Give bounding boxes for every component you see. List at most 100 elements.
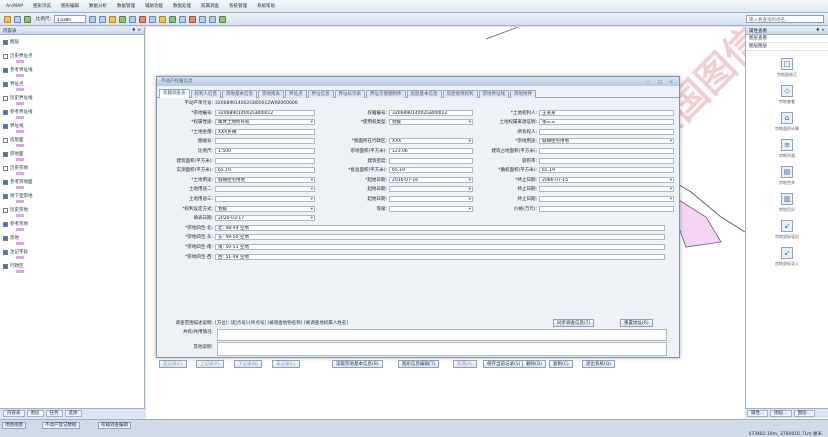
field-input[interactable]: 65.19 bbox=[389, 167, 473, 174]
menu-item-8[interactable]: 系统管理 bbox=[227, 3, 249, 9]
field-select[interactable] bbox=[389, 186, 473, 193]
redo-icon[interactable] bbox=[209, 15, 217, 23]
attribute-tab[interactable]: 图层... bbox=[793, 410, 815, 417]
menu-item-9[interactable]: 系统帮助 bbox=[255, 3, 277, 9]
parcel-tool-button[interactable]: ▥ 宗地切分 bbox=[746, 193, 828, 213]
dialog-tab[interactable]: 房屋基本信息 bbox=[406, 90, 442, 98]
identify-icon[interactable] bbox=[149, 15, 157, 23]
dialog-tab[interactable]: 权籍调查表 bbox=[159, 89, 190, 98]
dialog-tab[interactable]: 界址点 bbox=[285, 90, 307, 98]
dialog-tab[interactable]: 界址标示表 bbox=[334, 90, 365, 98]
dialog-tab[interactable]: 界址示意图附件 bbox=[366, 90, 406, 98]
save-icon[interactable] bbox=[14, 15, 21, 23]
parcel-tool-button[interactable]: ↙ 宗地坐标导入 bbox=[746, 247, 828, 267]
zoom-in-icon[interactable] bbox=[89, 15, 97, 23]
toc-pin-close-icon[interactable]: ♦ × bbox=[132, 28, 141, 33]
other-notes-textarea[interactable] bbox=[217, 342, 667, 356]
menu-item-7[interactable]: 权属调查 bbox=[199, 3, 221, 9]
layer-checkbox[interactable] bbox=[3, 221, 8, 227]
parcel-tool-button[interactable]: ▤ 宗地合并 bbox=[746, 166, 828, 186]
layer-checkbox[interactable] bbox=[3, 137, 8, 143]
dialog-action-button[interactable]: 退出系统(Q) bbox=[582, 360, 616, 368]
menu-item-5[interactable]: 辅助功能 bbox=[143, 3, 165, 9]
menu-item-0[interactable]: ArcMAP bbox=[4, 4, 25, 9]
field-select[interactable] bbox=[539, 196, 674, 202]
field-input[interactable]: 320689014002GB00012 bbox=[215, 109, 315, 116]
sync-survey-button[interactable]: 同步调查信息(T) bbox=[553, 319, 595, 327]
field-select[interactable]: 划拨 bbox=[389, 119, 473, 126]
field-select[interactable]: 集体土地所有权 bbox=[215, 119, 315, 126]
field-select[interactable] bbox=[389, 205, 473, 212]
snap-icon[interactable] bbox=[179, 15, 187, 23]
toc-tab[interactable]: 任务 bbox=[45, 410, 63, 417]
layer-item[interactable]: 图层 bbox=[0, 35, 144, 49]
layer-checkbox[interactable] bbox=[3, 193, 8, 199]
field-input[interactable] bbox=[539, 128, 674, 135]
search-input[interactable] bbox=[746, 15, 824, 23]
add-data-icon[interactable] bbox=[24, 15, 31, 23]
full-extent-icon[interactable] bbox=[119, 15, 127, 23]
field-input[interactable]: 65.19 bbox=[215, 167, 315, 174]
dialog-tab[interactable]: 宗地基本信息 bbox=[222, 90, 257, 98]
field-input[interactable]: XXX乡镇 bbox=[215, 128, 315, 135]
field-input[interactable]: 65.19 bbox=[539, 167, 674, 174]
dialog-tab[interactable]: 宗地附件 bbox=[510, 90, 536, 98]
dialog-action-button[interactable]: 删除(D) bbox=[522, 360, 546, 368]
parcel-tool-button[interactable]: ↙ 宗地坐标导出 bbox=[746, 220, 828, 240]
dialog-tab[interactable]: 宗地界址线 bbox=[478, 90, 509, 98]
layer-checkbox[interactable] bbox=[3, 263, 8, 269]
layer-checkbox[interactable] bbox=[3, 53, 8, 59]
layer-checkbox[interactable] bbox=[3, 39, 8, 45]
field-input[interactable]: 张三三 bbox=[539, 119, 674, 126]
pan-icon[interactable] bbox=[109, 15, 117, 23]
dialog-action-button[interactable]: 末记录(L) bbox=[272, 360, 300, 368]
layer-checkbox[interactable] bbox=[3, 165, 8, 171]
field-input[interactable] bbox=[389, 157, 473, 164]
field-input[interactable]: 1:500 bbox=[215, 148, 315, 154]
dialog-action-button[interactable]: 保存当前记录(S) bbox=[483, 360, 525, 368]
field-select[interactable] bbox=[389, 196, 473, 202]
dialog-tab[interactable]: 界址信息 bbox=[307, 90, 334, 98]
edit-icon[interactable] bbox=[169, 15, 177, 23]
field-input[interactable]: 西: 51-48 空地 bbox=[215, 253, 665, 260]
layer-checkbox[interactable] bbox=[3, 123, 8, 129]
menu-item-6[interactable]: 数据处理 bbox=[171, 3, 193, 9]
dialog-action-button[interactable]: 下记录(N) bbox=[234, 360, 263, 368]
field-input[interactable]: 320689014002GB00012 bbox=[389, 109, 473, 116]
dialog-action-button[interactable]: 新增(A) bbox=[453, 360, 477, 368]
toc-tab[interactable]: 选择 bbox=[64, 410, 82, 417]
view-tab[interactable]: 权籍调查编辑 bbox=[98, 422, 131, 429]
field-select[interactable] bbox=[539, 186, 674, 193]
field-input[interactable]: 王某某 bbox=[539, 109, 674, 116]
menu-item-1[interactable]: 图形浏览 bbox=[31, 3, 53, 9]
view-tab[interactable]: 地图视图 bbox=[2, 422, 26, 429]
dialog-tab[interactable]: 权利人信息 bbox=[190, 90, 221, 98]
layer-checkbox[interactable] bbox=[3, 95, 8, 101]
menu-item-4[interactable]: 数据管理 bbox=[115, 3, 137, 9]
field-input[interactable] bbox=[215, 157, 315, 164]
clear-selection-icon[interactable] bbox=[139, 15, 147, 23]
dialog-action-button[interactable]: 复制(C) bbox=[549, 360, 573, 368]
select-icon[interactable] bbox=[129, 15, 137, 23]
layer-checkbox[interactable] bbox=[3, 249, 8, 255]
measure-icon[interactable] bbox=[159, 15, 167, 23]
parcel-tool-button[interactable]: ≡ 宗地列表 bbox=[746, 139, 828, 159]
shared-use-textarea[interactable] bbox=[217, 329, 667, 341]
parcel-tool-button[interactable]: ◇ 宗地查看 bbox=[746, 85, 828, 105]
field-select[interactable]: XXX bbox=[389, 138, 473, 145]
field-select[interactable]: 2086-07-15 bbox=[539, 176, 674, 183]
field-input[interactable]: 123.06 bbox=[389, 148, 473, 154]
parcel-tool-button[interactable]: ⌂ 宗地面积计算 bbox=[746, 112, 828, 132]
reset-address-button[interactable]: 重置地址(R) bbox=[620, 319, 653, 327]
menu-item-3[interactable]: 数据分析 bbox=[87, 3, 109, 9]
attribute-row[interactable]: 图层图层 bbox=[746, 43, 828, 51]
attribute-panel-pin-icon[interactable]: ♦ × bbox=[816, 28, 825, 33]
dialog-action-button[interactable]: 首记录(F) bbox=[159, 360, 187, 368]
layer-checkbox[interactable] bbox=[3, 235, 8, 241]
layer-checkbox[interactable] bbox=[3, 151, 8, 157]
layer-checkbox[interactable] bbox=[3, 109, 8, 115]
field-select[interactable]: 划拨 bbox=[215, 205, 315, 212]
field-select[interactable] bbox=[215, 196, 315, 202]
field-select[interactable]: 2020-03-17 bbox=[215, 215, 315, 222]
field-input[interactable] bbox=[539, 148, 674, 154]
